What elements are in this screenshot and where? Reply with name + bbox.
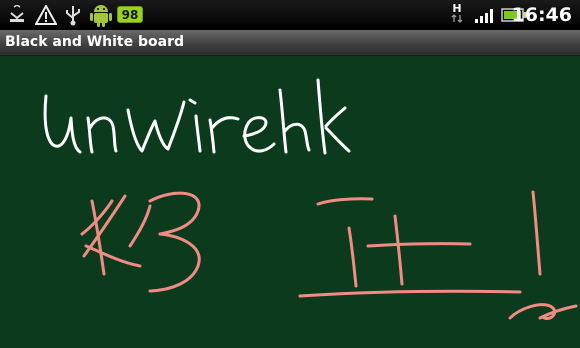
- stroke-exclaim: [531, 190, 542, 276]
- stroke-b-bump2: [148, 232, 201, 293]
- title-bar: Black and White board: [0, 30, 580, 56]
- stroke-k2-leg: [84, 244, 142, 268]
- stroke-u-1: [43, 94, 82, 154]
- stroke-k: [316, 78, 351, 155]
- stroke-b-bump1: [148, 191, 201, 236]
- stroke-b-stem: [128, 204, 152, 248]
- handwriting-white: [43, 78, 351, 155]
- stroke-t-top: [366, 242, 472, 248]
- stroke-n: [86, 116, 118, 154]
- drawing-canvas[interactable]: [0, 56, 580, 348]
- stroke-exclaim-dot: [508, 303, 578, 321]
- stroke-i: [194, 114, 202, 153]
- stroke-i-stem: [347, 226, 358, 288]
- stroke-i-top: [316, 197, 374, 206]
- signal-icon: [473, 0, 497, 30]
- handwriting-pink: [80, 190, 578, 321]
- stroke-t-stem: [393, 214, 404, 286]
- usb-debug-icon: [6, 0, 28, 30]
- warning-icon: [34, 0, 58, 30]
- data-arrows-icon: [451, 14, 463, 23]
- status-bar: 98 H 16:46: [0, 0, 580, 30]
- stroke-underline: [298, 289, 522, 298]
- battery-level-badge: 98: [117, 6, 143, 23]
- android-icon: [88, 0, 114, 30]
- stroke-e: [242, 116, 276, 153]
- clock: 16:46: [511, 4, 572, 26]
- drawing-board[interactable]: [0, 56, 580, 348]
- network-type-icon: H: [448, 0, 466, 30]
- stroke-h: [278, 88, 311, 154]
- stroke-i-dot: [188, 98, 197, 105]
- network-type-label: H: [452, 2, 462, 15]
- usb-icon: [62, 0, 84, 30]
- app-title: Black and White board: [5, 34, 184, 50]
- stroke-r: [208, 116, 240, 154]
- stroke-w: [126, 100, 186, 153]
